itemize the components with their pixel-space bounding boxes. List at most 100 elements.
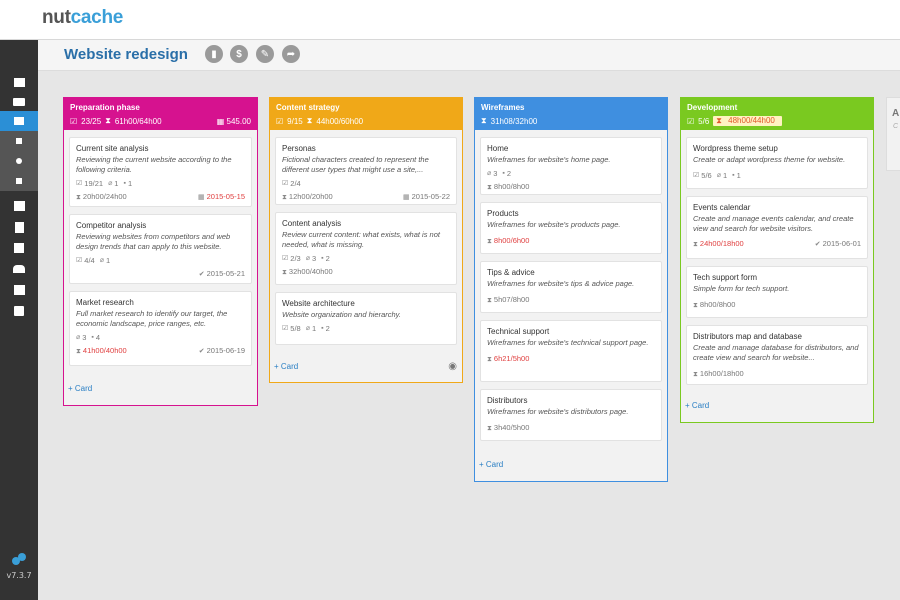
calendar-icon[interactable]	[0, 196, 38, 216]
card[interactable]: Home Wireframes for website's home page.…	[480, 137, 662, 195]
hourglass-icon: ⧗	[693, 302, 698, 309]
hourglass-icon: ⧗	[487, 297, 492, 304]
edit-icon[interactable]: ✎	[256, 45, 274, 63]
card-description: Website organization and hierarchy.	[282, 310, 401, 319]
card-footer: ✔ 2015-05-21	[76, 269, 245, 279]
paperclip-icon: ⌀	[99, 257, 104, 264]
checkmark-icon: ✔	[814, 241, 821, 248]
card-time: 5h07/8h00	[493, 295, 530, 304]
comment-badge: ▪ 4	[91, 333, 100, 343]
card-footer: ⧗ 20h00/24h00 ▦ 2015-05-15	[76, 192, 245, 202]
stats-icon[interactable]: ▮	[205, 45, 223, 63]
list-title: Content strategy	[276, 103, 340, 112]
card[interactable]: Current site analysis Reviewing the curr…	[69, 137, 252, 207]
users-icon[interactable]	[0, 259, 38, 279]
due-value: 2015-06-19	[206, 346, 245, 355]
comment-value: 2	[325, 254, 330, 263]
logo-text-right: cache	[70, 7, 124, 28]
card-view-icon[interactable]	[0, 131, 38, 151]
card-footer: ⧗ 16h00/18h00	[693, 369, 861, 379]
notes-icon[interactable]	[0, 301, 38, 321]
card-title: Current site analysis	[76, 144, 149, 153]
attachment-badge: ⌀ 3	[76, 333, 86, 343]
due-value: 2015-05-15	[206, 192, 245, 201]
card-time: 20h00/24h00	[82, 192, 127, 201]
card[interactable]: Personas Fictional characters created to…	[275, 137, 457, 205]
tasks-count: 9/15	[287, 116, 303, 126]
card-description: Fictional characters created to represen…	[282, 155, 429, 174]
checklist-icon: ☑	[76, 180, 83, 187]
time-count: 48h00/44h00	[728, 116, 775, 125]
checklist-badge: ☑ 19/21	[76, 179, 103, 189]
checklist-value: 2/4	[290, 179, 301, 188]
dashboard-icon[interactable]	[0, 72, 38, 92]
card-description: Reviewing the current website according …	[76, 155, 232, 174]
share-nodes-icon[interactable]	[0, 151, 38, 171]
card-description: Wireframes for website's tips & advice p…	[487, 279, 635, 288]
card[interactable]: Competitor analysis Reviewing websites f…	[69, 214, 252, 284]
card-footer: ⧗ 12h00/20h00 ▦ 2015-05-22	[282, 192, 450, 202]
card[interactable]: Tips & advice Wireframes for website's t…	[480, 261, 662, 313]
card-description: Review current content: what exists, wha…	[282, 230, 440, 249]
card[interactable]: Website architecture Website organizatio…	[275, 292, 457, 345]
comment-value: 2	[506, 169, 512, 178]
comment-icon: ▪	[502, 170, 505, 177]
add-card-button[interactable]: + Card	[479, 460, 503, 469]
card-footer: ⧗ 32h00/40h00	[282, 267, 450, 277]
checklist-value: 19/21	[84, 179, 104, 188]
card[interactable]: Distributors map and database Create and…	[686, 325, 868, 385]
card-time: 12h00/20h00	[288, 192, 333, 201]
watch-eye-icon[interactable]: ◉	[448, 361, 457, 372]
due-date: ✔ 2015-06-19	[199, 346, 245, 357]
add-card-button[interactable]: + Card	[68, 384, 92, 393]
app-logo[interactable]: nutcache	[42, 7, 123, 29]
card-title: Products	[487, 209, 519, 218]
add-card-button[interactable]: + Card	[274, 362, 298, 371]
attachment-badge: ⌀ 3	[306, 254, 316, 264]
tasks-icon: ☑	[276, 116, 284, 126]
list-partial: A C	[886, 97, 900, 171]
document-icon[interactable]	[0, 217, 38, 237]
table-icon[interactable]	[0, 280, 38, 300]
card-title: Competitor analysis	[76, 221, 147, 230]
comment-icon: ▪	[732, 172, 735, 179]
card-title: Distributors	[487, 396, 528, 405]
dollar-icon[interactable]: $	[230, 45, 248, 63]
checklist-badge: ☑ 5/8	[282, 324, 301, 334]
time-count: 61h00/64h00	[114, 116, 162, 126]
project-header: Website redesign ▮ $ ✎ ➦	[38, 40, 900, 71]
card[interactable]: Technical support Wireframes for website…	[480, 320, 662, 382]
card[interactable]: Products Wireframes for website's produc…	[480, 202, 662, 254]
card-footer: ⧗ 5h07/8h00	[487, 295, 655, 305]
checklist-badge: ☑ 4/4	[76, 256, 95, 266]
card-description: Wireframes for website's technical suppo…	[487, 338, 649, 347]
comment-value: 1	[736, 171, 741, 180]
share-icon[interactable]: ➦	[282, 45, 300, 63]
card[interactable]: Wordpress theme setup Create or adapt wo…	[686, 137, 868, 189]
card[interactable]: Distributors Wireframes for website's di…	[480, 389, 662, 441]
card[interactable]: Market research Full market research to …	[69, 291, 252, 366]
invoice-icon[interactable]	[0, 238, 38, 258]
list-view-icon[interactable]	[0, 171, 38, 191]
card-description: Simple form for tech support.	[693, 284, 790, 293]
checklist-value: 5/6	[701, 171, 712, 180]
attachment-value: 3	[311, 254, 317, 263]
board-icon[interactable]	[0, 111, 38, 131]
list-header: Development ☑ 5/6 ⧗ 48h00/44h00	[681, 98, 873, 130]
calendar-icon: ▦	[403, 194, 410, 201]
card-description: Wireframes for website's distributors pa…	[487, 407, 629, 416]
list-header: Preparation phase ☑ 23/25 ⧗ 61h00/64h00 ▦ …	[64, 98, 257, 130]
card-footer: ⧗ 24h00/18h00 ✔ 2015-06-01	[693, 239, 861, 249]
attachment-badge: ⌀ 1	[717, 171, 727, 181]
due-date: ▦ 2015-05-15	[198, 192, 245, 203]
card[interactable]: Events calendar Create and manage events…	[686, 196, 868, 259]
checklist-icon: ☑	[282, 255, 289, 262]
folder-icon[interactable]	[0, 92, 38, 112]
add-card-button[interactable]: + Card	[685, 401, 709, 410]
card-title: Personas	[282, 144, 316, 153]
card-description: Wireframes for website's home page.	[487, 155, 611, 164]
card[interactable]: Tech support form Simple form for tech s…	[686, 266, 868, 318]
paperclip-icon: ⌀	[108, 180, 113, 187]
left-sidebar: v7.3.7	[0, 40, 38, 600]
card[interactable]: Content analysis Review current content:…	[275, 212, 457, 285]
